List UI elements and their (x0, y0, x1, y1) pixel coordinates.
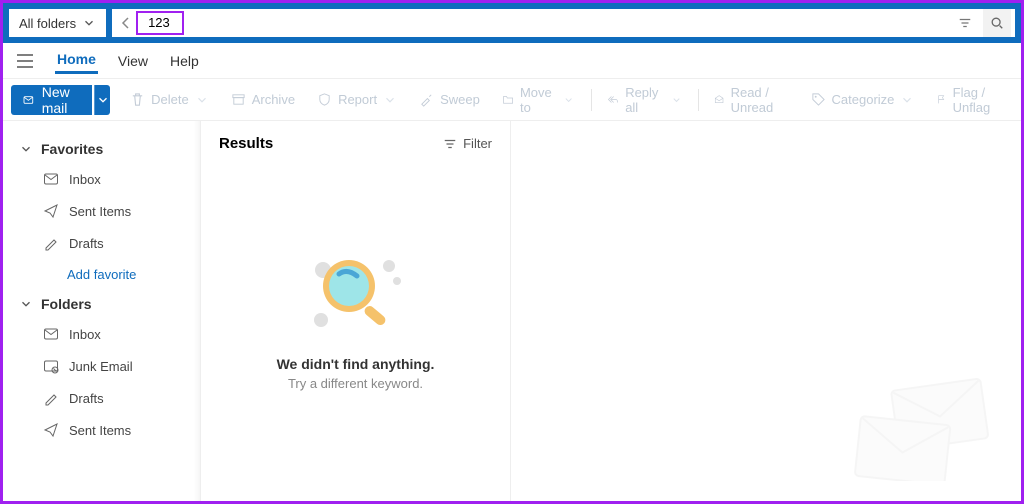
mail-open-icon (714, 92, 724, 107)
empty-results: We didn't find anything. Try a different… (201, 166, 510, 501)
content-area: Favorites Inbox Sent Items Drafts Add fa… (3, 121, 1021, 501)
search-back-button[interactable] (116, 13, 136, 33)
filter-icon (443, 137, 457, 151)
broom-icon (419, 92, 434, 107)
envelope-watermark-icon (841, 361, 1001, 481)
sidebar-item-inbox[interactable]: Inbox (9, 318, 194, 350)
sidebar-item-sent[interactable]: Sent Items (9, 414, 194, 446)
trash-icon (130, 92, 145, 107)
chevron-down-icon (671, 93, 682, 107)
arrow-left-icon (118, 15, 134, 31)
sidebar-section-folders[interactable]: Folders (9, 290, 194, 318)
search-scope-dropdown[interactable]: All folders (9, 9, 106, 37)
drafts-icon (43, 235, 59, 251)
tag-icon (811, 92, 826, 107)
tab-help[interactable]: Help (168, 49, 201, 73)
sidebar-item-drafts[interactable]: Drafts (9, 382, 194, 414)
toolbar-separator (698, 89, 699, 111)
search-input-highlight (136, 11, 184, 35)
empty-title: We didn't find anything. (277, 356, 435, 372)
categorize-button[interactable]: Categorize (801, 86, 925, 113)
new-mail-dropdown[interactable] (94, 85, 110, 115)
chevron-down-icon (900, 93, 914, 107)
reply-all-icon (607, 92, 619, 107)
sidebar-item-sent[interactable]: Sent Items (9, 195, 194, 227)
toolbar: New mail Delete Archive Report Sweep Mov… (3, 79, 1021, 121)
mail-icon (23, 92, 34, 108)
search-submit-button[interactable] (983, 9, 1011, 37)
filter-icon (958, 16, 972, 30)
results-title: Results (219, 135, 273, 152)
chevron-down-icon (195, 93, 209, 107)
sent-icon (43, 203, 59, 219)
inbox-icon (43, 326, 59, 342)
chevron-down-icon (19, 142, 33, 156)
sidebar-section-favorites[interactable]: Favorites (9, 135, 194, 163)
search-input[interactable] (144, 15, 176, 30)
reply-all-button[interactable]: Reply all (597, 79, 691, 121)
tab-home[interactable]: Home (55, 47, 98, 74)
chevron-down-icon (383, 93, 397, 107)
search-bar (112, 9, 1015, 37)
sidebar-item-drafts[interactable]: Drafts (9, 227, 194, 259)
new-mail-label: New mail (42, 84, 81, 116)
chevron-down-icon (563, 93, 574, 107)
inbox-icon (43, 171, 59, 187)
sent-icon (43, 422, 59, 438)
drafts-icon (43, 390, 59, 406)
chevron-down-icon (96, 93, 110, 107)
reading-pane (511, 121, 1021, 501)
search-filter-button[interactable] (951, 9, 979, 37)
archive-icon (231, 92, 246, 107)
chevron-down-icon (82, 16, 96, 30)
junk-icon (43, 358, 59, 374)
delete-button[interactable]: Delete (120, 86, 219, 113)
magnifier-illustration-icon (301, 246, 411, 336)
sweep-button[interactable]: Sweep (409, 86, 490, 113)
hamburger-icon (16, 54, 34, 68)
new-mail-button[interactable]: New mail (11, 85, 92, 115)
chevron-down-icon (19, 297, 33, 311)
tab-view[interactable]: View (116, 49, 150, 73)
hamburger-button[interactable] (13, 49, 37, 73)
search-scope-label: All folders (19, 16, 76, 31)
shield-icon (317, 92, 332, 107)
archive-button[interactable]: Archive (221, 86, 305, 113)
report-button[interactable]: Report (307, 86, 407, 113)
empty-subtitle: Try a different keyword. (288, 376, 423, 391)
filter-button[interactable]: Filter (443, 136, 492, 151)
search-icon (990, 16, 1004, 30)
sidebar: Favorites Inbox Sent Items Drafts Add fa… (3, 121, 201, 501)
read-unread-button[interactable]: Read / Unread (704, 79, 798, 121)
results-header: Results Filter (201, 121, 510, 166)
sidebar-item-junk[interactable]: Junk Email (9, 350, 194, 382)
flag-icon (936, 92, 946, 107)
menu-bar: Home View Help (3, 43, 1021, 79)
title-bar: All folders (3, 3, 1021, 43)
sidebar-item-inbox[interactable]: Inbox (9, 163, 194, 195)
move-to-button[interactable]: Move to (492, 79, 585, 121)
empty-illustration (301, 246, 411, 336)
results-panel: Results Filter We didn't find any (201, 121, 511, 501)
add-favorite-link[interactable]: Add favorite (9, 259, 194, 290)
toolbar-separator (591, 89, 592, 111)
folder-move-icon (502, 92, 514, 107)
flag-button[interactable]: Flag / Unflag (926, 79, 1013, 121)
